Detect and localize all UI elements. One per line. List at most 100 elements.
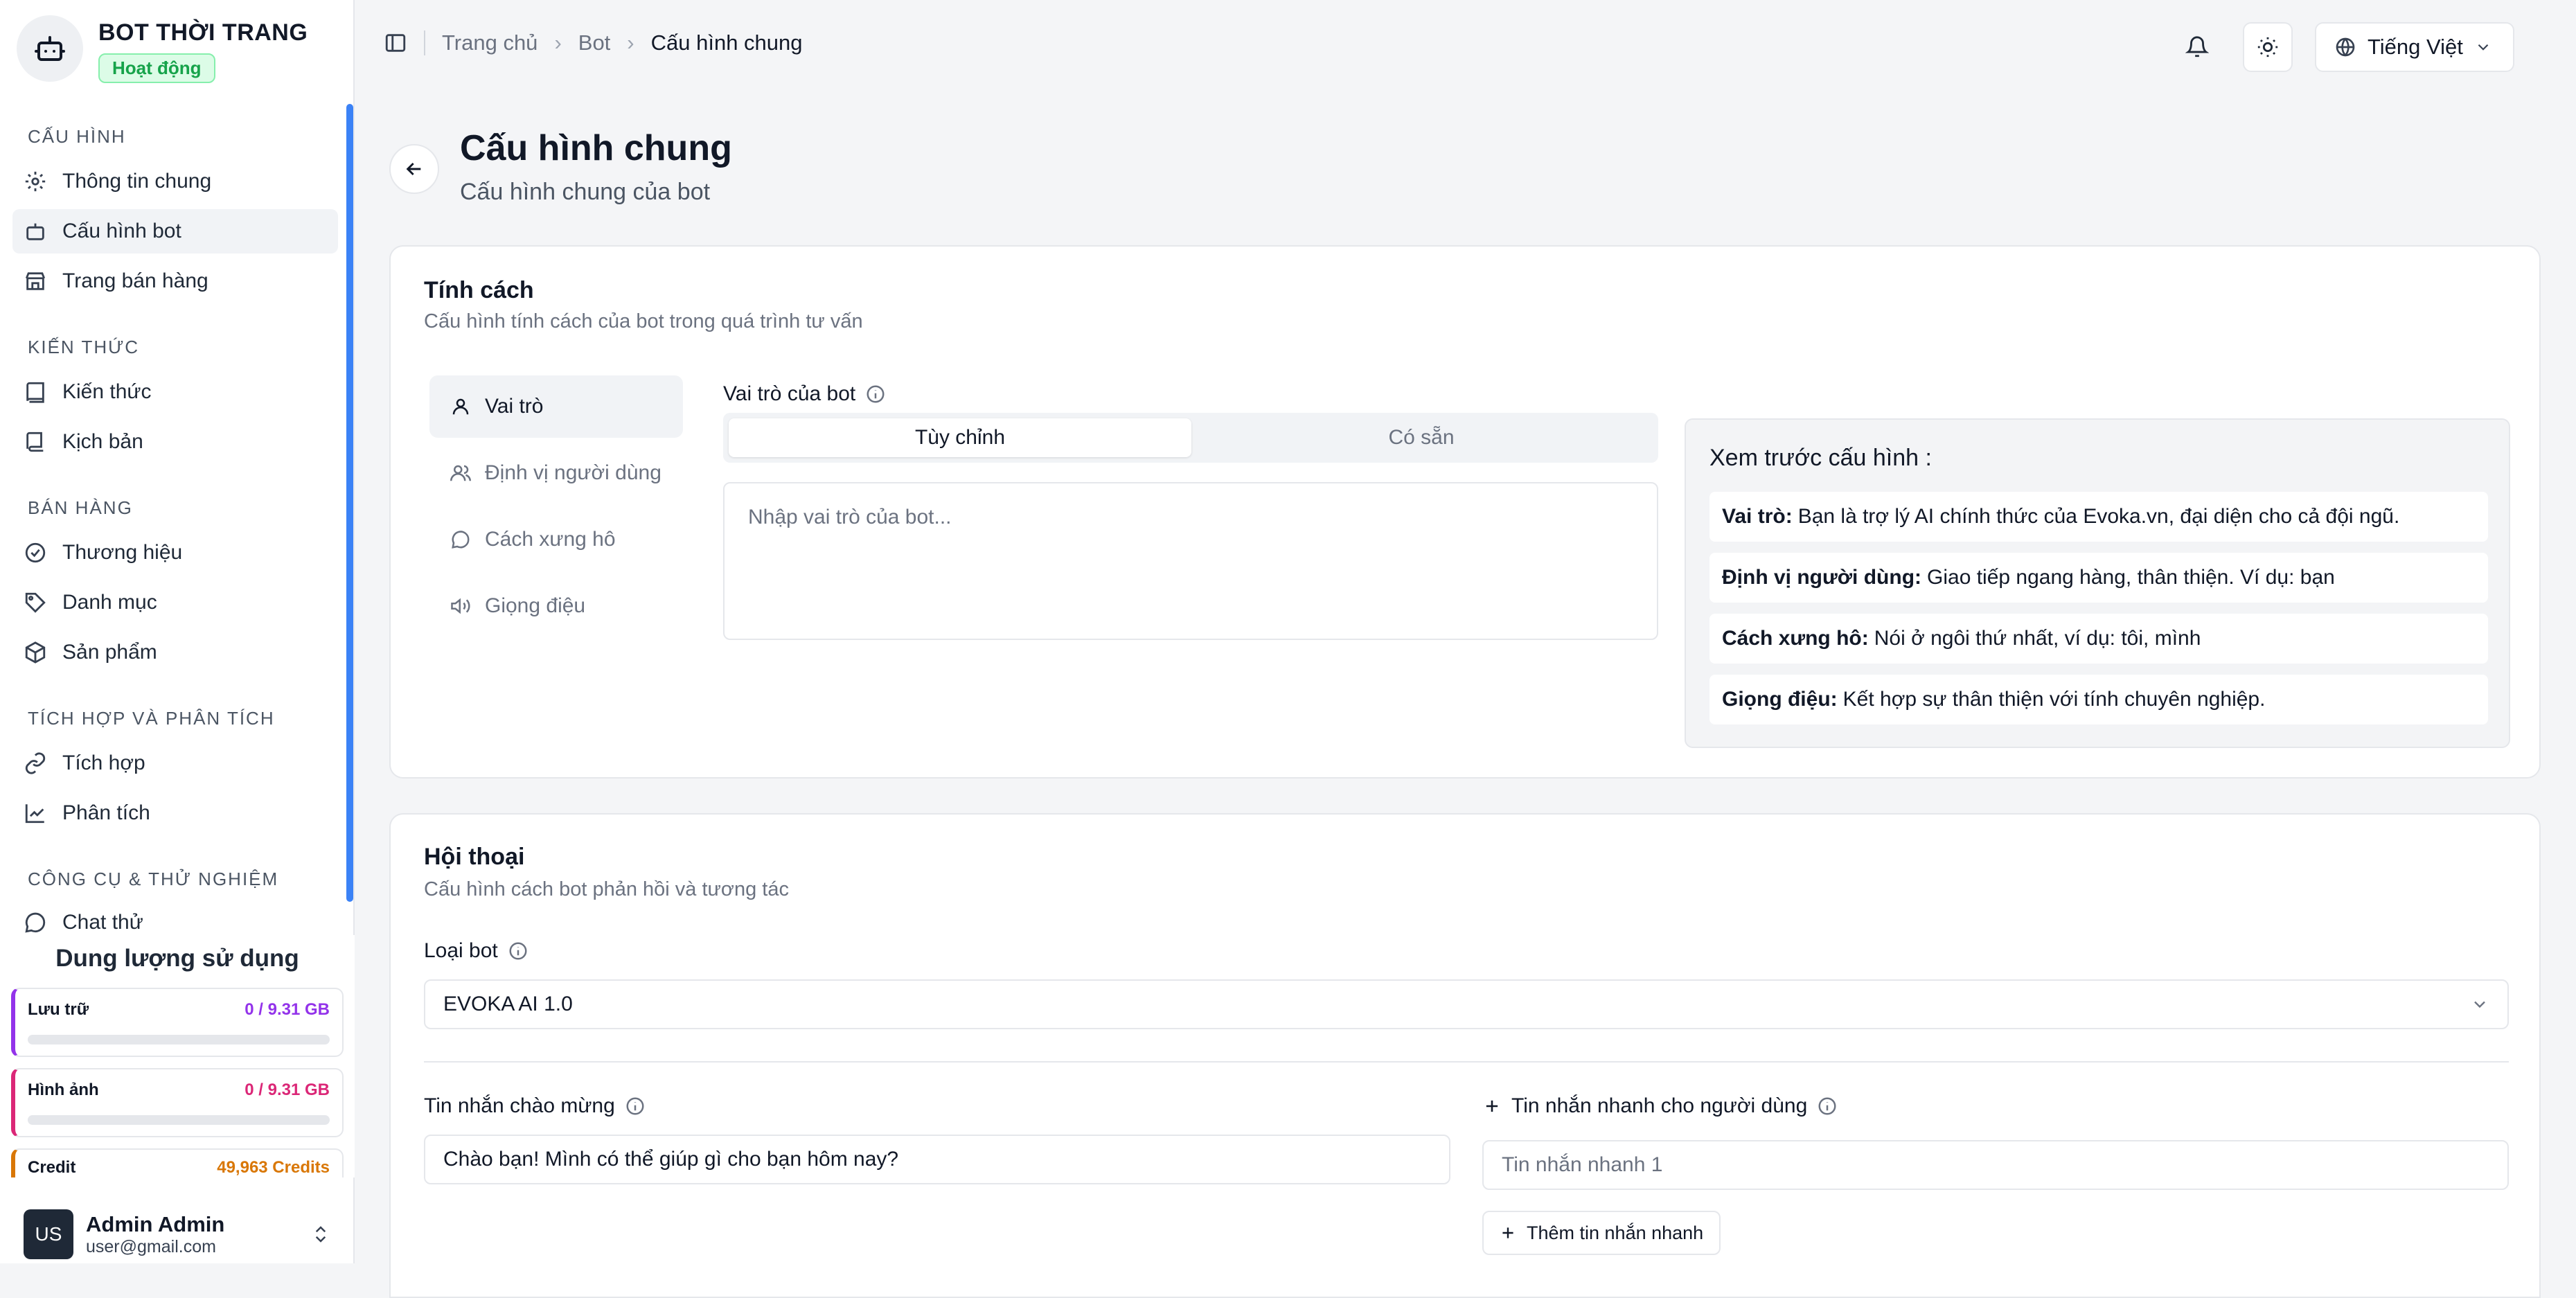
sidebar-item-label: Sản phẩm [62,641,157,664]
language-select[interactable]: Tiếng Việt [2315,22,2514,72]
tab-label: Định vị người dùng [485,461,661,484]
info-icon[interactable] [625,1096,646,1117]
sidebar-item-product[interactable]: Sản phẩm [12,630,338,675]
usage-label: Hình ảnh [28,1081,99,1099]
status-badge: Hoạt động [98,53,215,83]
role-label: Vai trò của bot [723,382,886,406]
theme-toggle-button[interactable] [2243,22,2293,72]
sidebar-item-category[interactable]: Danh mục [12,580,338,625]
users-icon [450,465,471,481]
brand: BOT THỜI TRANG Hoạt động [17,15,308,87]
sidebar-item-integration[interactable]: Tích hợp [12,741,338,785]
section-title-integration: TÍCH HỢP VÀ PHÂN TÍCH [28,708,275,729]
plus-icon [1502,1227,1513,1238]
sidebar-item-label: Kịch bản [62,430,143,453]
card-title: Hội thoại [424,844,525,870]
sidebar-item-bot-config[interactable]: Cấu hình bot [12,209,338,254]
card-subtitle: Cấu hình tính cách của bot trong quá trì… [424,310,863,332]
chevron-down-icon [2474,1001,2485,1008]
sidebar-scrollbar[interactable] [346,104,353,902]
usage-value: 0 / 9.31 GB [245,1081,330,1099]
plus-icon [1486,1100,1498,1112]
bot-logo-icon [17,15,83,82]
usage-images: Hình ảnh 0 / 9.31 GB [11,1068,344,1137]
quick-message-placeholder: Tin nhắn nhanh 1 [1502,1153,1663,1176]
sidebar-item-label: Kiến thức [62,380,152,403]
usage-panel: Dung lượng sử dụng Lưu trữ 0 / 9.31 GB H… [0,935,355,1177]
sidebar-item-label: Tích hợp [62,752,145,774]
section-title-sales: BÁN HÀNG [28,497,133,518]
section-title-config: CẤU HÌNH [28,126,126,147]
tab-addressing[interactable]: Cách xưng hô [429,508,683,571]
bell-icon [2185,36,2209,57]
tab-label: Giọng điệu [485,594,586,617]
tab-role[interactable]: Vai trò [429,375,683,438]
add-quick-message-button[interactable]: Thêm tin nhắn nhanh [1482,1211,1721,1255]
quick-message-label: Tin nhắn nhanh cho người dùng [1482,1094,1838,1118]
tab-tone[interactable]: Giọng điệu [429,575,683,637]
quick-message-input[interactable]: Tin nhắn nhanh 1 [1482,1140,2509,1190]
back-button[interactable] [389,144,439,194]
greeting-value: Chào bạn! Mình có thể giúp gì cho bạn hô… [443,1148,899,1171]
sidebar-item-knowledge[interactable]: Kiến thức [12,370,338,414]
sidebar-item-brand[interactable]: Thương hiệu [12,531,338,575]
chevron-right-icon: › [627,30,634,55]
config-preview: Xem trước cấu hình : Vai trò: Bạn là trợ… [1685,418,2510,748]
link-icon [25,752,46,774]
sidebar-item-chat-test[interactable]: Chat thử [12,900,338,935]
tab-label: Vai trò [485,395,544,418]
greeting-label: Tin nhắn chào mừng [424,1094,646,1118]
usage-value: 49,963 Credits [217,1158,330,1177]
sidebar-toggle-icon[interactable] [384,31,407,55]
sidebar-item-label: Cấu hình bot [62,220,181,242]
quick-message-label-text: Tin nhắn nhanh cho người dùng [1511,1094,1808,1117]
bot-type-label: Loại bot [424,939,528,963]
sidebar-item-general-info[interactable]: Thông tin chung [12,159,338,204]
preview-key: Định vị người dùng: [1722,566,1922,589]
greeting-input[interactable]: Chào bạn! Mình có thể giúp gì cho bạn hô… [424,1135,1450,1184]
segment-preset[interactable]: Có sẵn [1190,418,1653,457]
sidebar-item-script[interactable]: Kịch bản [12,420,338,464]
section-title-tools: CÔNG CỤ & THỬ NGHIỆM [28,869,279,889]
language-label: Tiếng Việt [2368,35,2463,59]
sun-icon [2257,37,2278,57]
user-name: Admin Admin [86,1211,225,1236]
divider [424,1061,2509,1063]
page-subtitle: Cấu hình chung của bot [460,179,711,205]
usage-storage: Lưu trữ 0 / 9.31 GB [11,988,344,1057]
sidebar-item-label: Phân tích [62,801,150,824]
preview-row-tone: Giọng điệu: Kết hợp sự thân thiện với tí… [1709,675,2488,724]
preview-key: Vai trò: [1722,505,1793,528]
tab-user-positioning[interactable]: Định vị người dùng [429,442,683,504]
chevron-right-icon: › [554,30,562,55]
role-textarea[interactable]: Nhập vai trò của bot... [723,482,1658,640]
sidebar-item-sales-page[interactable]: Trang bán hàng [12,259,338,303]
card-subtitle: Cấu hình cách bot phản hồi và tương tác [424,878,789,900]
bot-type-select[interactable]: EVOKA AI 1.0 [424,979,2509,1029]
breadcrumb-bot[interactable]: Bot [578,30,611,55]
info-icon[interactable] [865,384,886,404]
segment-custom[interactable]: Tùy chỉnh [729,418,1191,457]
info-icon[interactable] [1817,1096,1838,1117]
tag-icon [25,592,46,613]
preview-row-addressing: Cách xưng hô: Nói ở ngôi thứ nhất, ví dụ… [1709,614,2488,664]
conversation-card: Hội thoại Cấu hình cách bot phản hồi và … [389,813,2541,1298]
user-menu[interactable]: US Admin Admin user@gmail.com [0,1205,355,1263]
sidebar-item-label: Thông tin chung [62,170,212,193]
bot-type-value: EVOKA AI 1.0 [443,993,573,1015]
preview-row-positioning: Định vị người dùng: Giao tiếp ngang hàng… [1709,553,2488,603]
preview-value: Bạn là trợ lý AI chính thức của Evoka.vn… [1797,505,2400,528]
sidebar: BOT THỜI TRANG Hoạt động CẤU HÌNH Thông … [0,0,355,1263]
script-icon [26,432,44,452]
preview-key: Cách xưng hô: [1722,627,1869,650]
info-icon[interactable] [508,941,528,961]
role-label-text: Vai trò của bot [723,382,856,405]
chat-icon [25,912,46,933]
breadcrumb-home[interactable]: Trang chủ [442,30,538,55]
personality-card: Tính cách Cấu hình tính cách của bot tro… [389,245,2541,779]
sidebar-item-analytics[interactable]: Phân tích [12,791,338,835]
usage-credit: Credit 49,963 Credits [11,1148,344,1177]
bot-type-label-text: Loại bot [424,939,498,962]
preview-title: Xem trước cấu hình : [1709,445,1932,471]
notification-button[interactable] [2172,22,2222,72]
